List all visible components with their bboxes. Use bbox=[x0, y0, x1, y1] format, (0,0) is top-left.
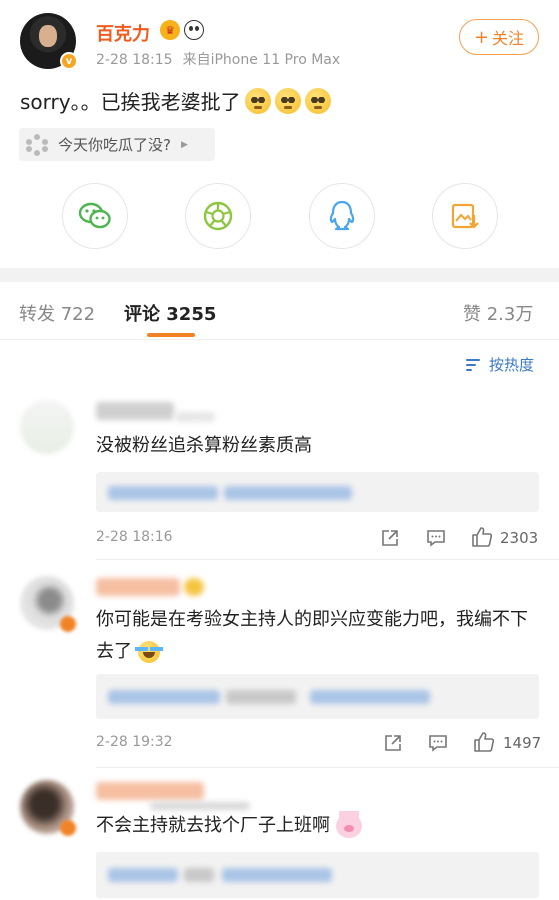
comment-bubble-icon bbox=[427, 530, 445, 547]
commenter-tag-blurred bbox=[175, 412, 215, 422]
share-out-icon bbox=[382, 530, 398, 546]
share-save-image-button[interactable] bbox=[432, 183, 498, 249]
reply-blurred-name bbox=[108, 868, 178, 882]
comment-time: 2-28 18:16 bbox=[96, 529, 173, 545]
reply-comment-button[interactable] bbox=[428, 733, 448, 753]
author-name[interactable]: 百克力 bbox=[96, 20, 150, 46]
thumbs-up-icon bbox=[474, 732, 495, 752]
thumbs-up-icon bbox=[472, 527, 493, 547]
comment-item: 你可能是在考验女主持人的即兴应变能力吧，我编不下去了 2-28 19:32 14… bbox=[0, 568, 559, 768]
comment-text: 你可能是在考验女主持人的即兴应变能力吧，我编不下去了 bbox=[96, 604, 536, 668]
weibo-post: v 百克力 ♛ 2-28 18:15 来自iPhone 11 Pro Max + 关… bbox=[0, 0, 559, 268]
reply-comment-button[interactable] bbox=[426, 528, 446, 548]
post-body: sorry。。已挨我老婆批了 bbox=[20, 90, 241, 114]
topic-label: 今天你吃瓜了没? bbox=[58, 136, 171, 154]
share-out-icon bbox=[385, 735, 401, 751]
panda-badge-icon[interactable] bbox=[184, 20, 204, 40]
sort-icon bbox=[466, 357, 484, 373]
comment-replies-preview[interactable] bbox=[96, 852, 539, 898]
avatar-face bbox=[39, 25, 57, 47]
comment-like-count: 2303 bbox=[500, 529, 539, 547]
comment-text: 没被粉丝追杀算粉丝素质高 bbox=[96, 435, 312, 456]
comment-replies-preview[interactable] bbox=[96, 674, 539, 719]
section-divider bbox=[0, 268, 559, 282]
sweat-emoji-icon bbox=[244, 87, 271, 114]
commenter-badge-blurred bbox=[184, 578, 204, 596]
comment-body: 不会主持就去找个厂子上班啊 bbox=[96, 815, 330, 836]
sort-by-hot-button[interactable]: 按热度 bbox=[466, 354, 534, 375]
commenter-name-blurred[interactable] bbox=[96, 402, 174, 420]
repost-comment-button[interactable] bbox=[380, 528, 400, 548]
post-source: 来自iPhone 11 Pro Max bbox=[182, 52, 341, 68]
wechat-icon bbox=[78, 202, 111, 229]
comment-bubble-icon bbox=[429, 735, 447, 752]
comment-body: 你可能是在考验女主持人的即兴应变能力吧，我编不下去了 bbox=[96, 609, 528, 662]
author-badges: ♛ bbox=[160, 20, 204, 40]
comment-like-count: 1497 bbox=[503, 734, 542, 752]
vip-crown-icon[interactable]: ♛ bbox=[160, 20, 180, 40]
comment-time: 2-28 19:32 bbox=[96, 734, 173, 750]
reply-blurred-text bbox=[226, 690, 296, 704]
repost-comment-button[interactable] bbox=[383, 733, 403, 753]
comment-item: 没被粉丝追杀算粉丝素质高 2-28 18:16 2303 bbox=[0, 390, 559, 560]
reply-blurred-text bbox=[310, 690, 430, 704]
topic-icon bbox=[26, 133, 48, 156]
post-text: sorry。。已挨我老婆批了 bbox=[20, 86, 331, 115]
comment-divider bbox=[96, 767, 559, 768]
pig-emoji-icon bbox=[335, 811, 362, 838]
active-tab-indicator bbox=[147, 333, 195, 337]
share-qq-button[interactable] bbox=[309, 183, 375, 249]
topic-tag[interactable]: 今天你吃瓜了没? ▶ bbox=[19, 128, 215, 161]
comment-item: 不会主持就去找个厂子上班啊 bbox=[0, 772, 559, 900]
tab-comments[interactable]: 评论 3255 bbox=[124, 300, 216, 326]
like-comment-button[interactable] bbox=[473, 731, 495, 753]
chevron-right-icon: ▶ bbox=[180, 139, 188, 150]
verified-badge-icon: v bbox=[60, 52, 78, 70]
sort-label: 按热度 bbox=[489, 356, 535, 374]
post-meta: 2-28 18:15 来自iPhone 11 Pro Max bbox=[96, 49, 340, 69]
like-comment-button[interactable] bbox=[471, 526, 493, 548]
save-image-icon bbox=[451, 203, 479, 229]
qq-icon bbox=[329, 200, 355, 231]
laugh-cry-emoji-icon bbox=[134, 641, 163, 663]
commenter-tag-blurred bbox=[150, 802, 250, 810]
commenter-avatar[interactable] bbox=[20, 400, 74, 454]
author-avatar[interactable]: v bbox=[20, 13, 78, 70]
verified-badge-icon bbox=[60, 820, 76, 836]
follow-button[interactable]: + 关注 bbox=[459, 19, 539, 55]
reply-blurred-name bbox=[108, 486, 218, 500]
verified-badge-icon bbox=[60, 616, 76, 632]
moments-icon bbox=[203, 201, 233, 231]
reply-blurred-text bbox=[222, 868, 332, 882]
sweat-emoji-icon bbox=[274, 87, 301, 114]
reply-blurred-text bbox=[224, 486, 352, 500]
plus-icon: + bbox=[473, 26, 490, 48]
tab-likes[interactable]: 赞 2.3万 bbox=[463, 300, 533, 326]
comment-text: 不会主持就去找个厂子上班啊 bbox=[96, 810, 536, 842]
reply-blurred-name bbox=[108, 690, 220, 704]
share-wechat-button[interactable] bbox=[62, 183, 128, 249]
commenter-name-blurred[interactable] bbox=[96, 578, 180, 596]
feedback-tabs: 转发 722 评论 3255 赞 2.3万 bbox=[0, 282, 559, 340]
follow-label: 关注 bbox=[492, 29, 525, 48]
post-time: 2-28 18:15 bbox=[96, 52, 173, 68]
share-moments-button[interactable] bbox=[185, 183, 251, 249]
comment-replies-preview[interactable] bbox=[96, 472, 539, 512]
reply-blurred-text bbox=[184, 868, 214, 882]
sweat-emoji-icon bbox=[304, 87, 331, 114]
commenter-name-blurred[interactable] bbox=[96, 782, 204, 800]
tab-repost[interactable]: 转发 722 bbox=[19, 300, 95, 326]
comment-divider bbox=[96, 559, 559, 560]
